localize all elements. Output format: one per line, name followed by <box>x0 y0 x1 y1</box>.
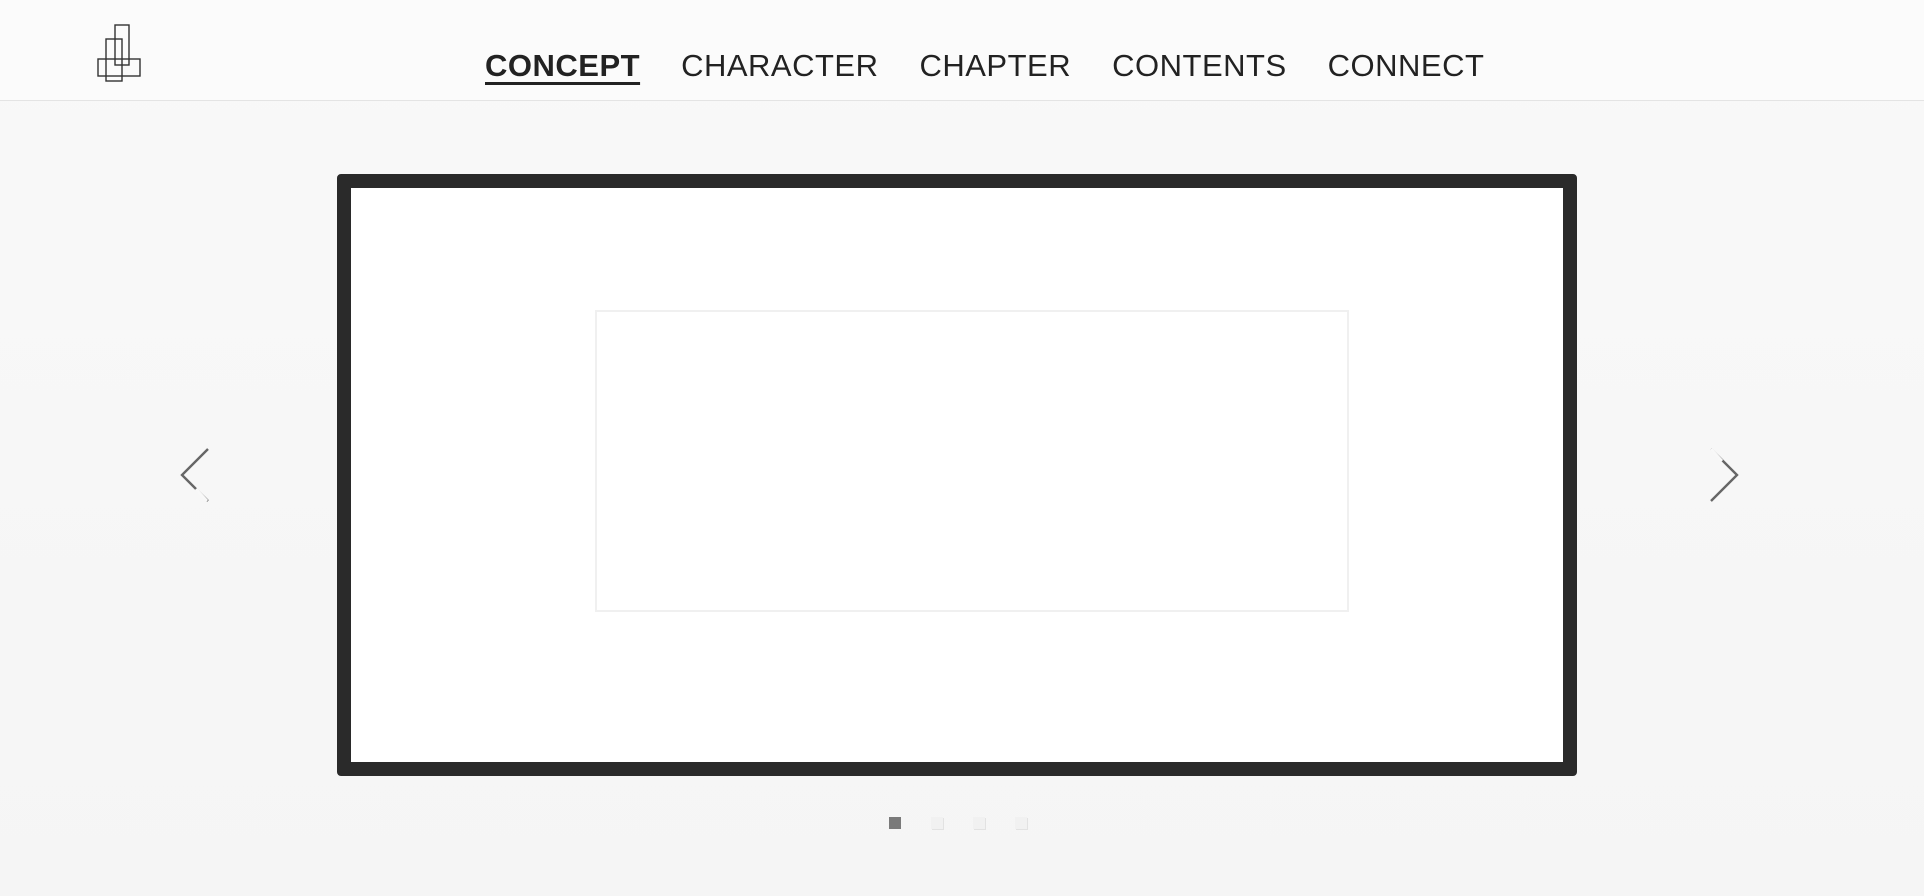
logo-icon[interactable] <box>97 24 143 86</box>
chevron-left-icon[interactable] <box>176 445 216 505</box>
slider-frame <box>337 174 1577 776</box>
nav-item-concept[interactable]: CONCEPT <box>485 48 640 84</box>
slide-image-placeholder <box>595 310 1349 612</box>
pagination-dot-2[interactable] <box>931 817 943 829</box>
nav-item-contents[interactable]: CONTENTS <box>1112 48 1287 84</box>
nav-item-chapter[interactable]: CHAPTER <box>919 48 1071 84</box>
chevron-right-icon[interactable] <box>1703 445 1743 505</box>
slider-pagination <box>889 817 1057 829</box>
pagination-dot-4[interactable] <box>1015 817 1027 829</box>
nav-item-connect[interactable]: CONNECT <box>1328 48 1485 84</box>
page: CONCEPT CHARACTER CHAPTER CONTENTS CONNE… <box>0 0 1924 896</box>
pagination-dot-3[interactable] <box>973 817 985 829</box>
nav-item-character[interactable]: CHARACTER <box>681 48 878 84</box>
pagination-dot-1[interactable] <box>889 817 901 829</box>
main-nav: CONCEPT CHARACTER CHAPTER CONTENTS CONNE… <box>485 48 1525 84</box>
site-header: CONCEPT CHARACTER CHAPTER CONTENTS CONNE… <box>0 0 1924 101</box>
